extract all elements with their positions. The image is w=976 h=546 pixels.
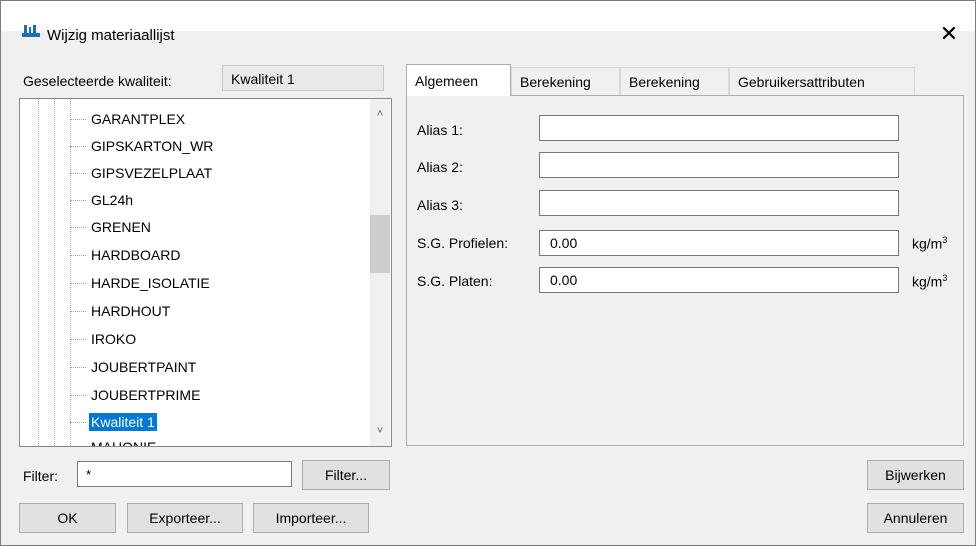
bijwerken-button[interactable]: Bijwerken <box>867 460 964 490</box>
tree-item-label: JOUBERTPRIME <box>91 387 201 404</box>
importeer-button[interactable]: Importeer... <box>253 503 369 533</box>
scroll-thumb[interactable] <box>370 215 390 273</box>
window-title: Wijzig materiaallijst <box>47 27 175 44</box>
tree-item[interactable]: GARANTPLEX <box>70 105 187 131</box>
tree-scrollbar[interactable]: ˄ ˅ <box>370 99 390 446</box>
filter-label: Filter: <box>23 468 58 484</box>
sg-platen-field[interactable] <box>539 267 899 293</box>
tab-berekening-2[interactable]: Berekening <box>620 67 729 95</box>
tree-item-label: HARDE_ISOLATIE <box>91 275 210 292</box>
unit-exponent: 3 <box>942 235 948 245</box>
ok-button[interactable]: OK <box>19 503 116 533</box>
alias2-label: Alias 2: <box>417 159 463 175</box>
unit-text: kg/m <box>912 235 943 252</box>
app-ruler-icon <box>22 25 40 37</box>
tree-item[interactable]: IROKO <box>70 325 138 351</box>
tree-item-label: GARANTPLEX <box>91 111 186 128</box>
sg-profielen-field[interactable] <box>539 230 899 256</box>
alias3-label: Alias 3: <box>417 197 463 213</box>
tree-item-label: GIPSKARTON_WR <box>91 138 214 155</box>
tab-algemeen[interactable]: Algemeen <box>406 64 511 96</box>
close-icon[interactable]: ✕ <box>935 20 963 48</box>
alias2-field[interactable] <box>539 152 899 178</box>
sg-profielen-unit: kg/m3 <box>912 235 947 252</box>
material-tree[interactable]: GARANTPLEX GIPSKARTON_WR GIPSVEZELPLAAT … <box>19 98 392 447</box>
sg-profielen-label: S.G. Profielen: <box>417 235 509 251</box>
tab-panel-algemeen: Alias 1: Alias 2: Alias 3: S.G. Profiele… <box>406 95 964 446</box>
unit-exponent: 3 <box>942 273 948 283</box>
annuleren-button[interactable]: Annuleren <box>867 503 964 533</box>
tree-item[interactable]: HARDBOARD <box>70 241 182 267</box>
exporteer-button[interactable]: Exporteer... <box>127 503 243 533</box>
tree-item[interactable]: GRENEN <box>70 213 153 239</box>
filter-input[interactable] <box>77 461 292 487</box>
filter-button[interactable]: Filter... <box>302 460 390 490</box>
tab-gebruikersattributen[interactable]: Gebruikersattributen <box>729 67 915 95</box>
tree-item[interactable]: MAHONIE <box>70 433 158 446</box>
tree-item-label: JOUBERTPAINT <box>91 359 197 376</box>
sg-platen-label: S.G. Platen: <box>417 273 493 289</box>
alias1-label: Alias 1: <box>417 122 463 138</box>
tree-item-label: GRENEN <box>91 219 151 236</box>
tree-item-label: HARDHOUT <box>91 303 171 320</box>
tree-item[interactable]: HARDE_ISOLATIE <box>70 269 212 295</box>
tree-guide-line <box>38 99 39 446</box>
tab-berekening[interactable]: Berekening <box>511 67 620 95</box>
tree-item[interactable]: HARDHOUT <box>70 297 172 323</box>
tree-item-label: Kwaliteit 1 <box>89 413 157 432</box>
selected-quality-value: Kwaliteit 1 <box>222 65 384 91</box>
scroll-up-icon[interactable]: ˄ <box>370 105 390 123</box>
alias3-field[interactable] <box>539 190 899 216</box>
selected-quality-label: Geselecteerde kwaliteit: <box>23 73 172 89</box>
tree-item[interactable]: JOUBERTPAINT <box>70 353 198 379</box>
tree-item[interactable]: GIPSKARTON_WR <box>70 132 215 158</box>
tree-item-label: GL24h <box>91 192 134 209</box>
tree-item-label: IROKO <box>91 331 137 348</box>
alias1-field[interactable] <box>539 115 899 141</box>
tree-guide-line <box>54 99 55 446</box>
tree-item[interactable]: GIPSVEZELPLAAT <box>70 159 214 185</box>
sg-platen-unit: kg/m3 <box>912 273 947 290</box>
scroll-down-icon[interactable]: ˅ <box>370 422 390 440</box>
dialog-window: Wijzig materiaallijst ✕ Geselecteerde kw… <box>0 0 976 546</box>
tree-item[interactable]: GL24h <box>70 186 135 212</box>
tree-item-label: GIPSVEZELPLAAT <box>91 165 213 182</box>
tree-item-label: HARDBOARD <box>91 247 181 264</box>
tree-item-label: MAHONIE <box>89 438 158 446</box>
unit-text: kg/m <box>912 273 943 290</box>
tree-item-selected[interactable]: Kwaliteit 1 <box>70 408 157 434</box>
tree-item[interactable]: JOUBERTPRIME <box>70 381 202 407</box>
